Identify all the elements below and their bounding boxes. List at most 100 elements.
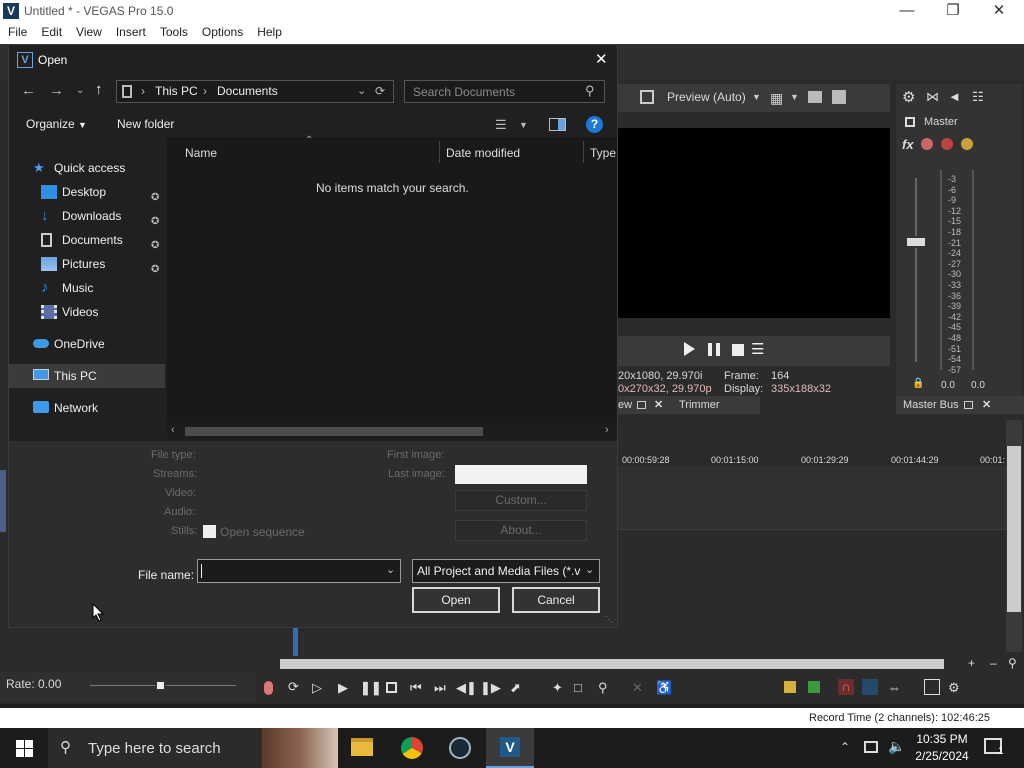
trim-icon[interactable]: ⇔: [888, 680, 901, 695]
nav-network[interactable]: Network: [9, 396, 165, 420]
menu-view[interactable]: View: [68, 22, 108, 39]
edit-tool-icon[interactable]: ⬈: [510, 680, 521, 696]
forward-arrow-icon[interactable]: →: [49, 82, 64, 99]
steam-icon[interactable]: [449, 737, 471, 759]
pin-icon[interactable]: ✪: [151, 186, 161, 203]
horizontal-scrollbar[interactable]: ‹ ›: [167, 423, 617, 439]
master-bus-label[interactable]: Master Bus: [903, 396, 959, 414]
cancel-button[interactable]: Cancel: [512, 587, 600, 613]
preview-settings-icon[interactable]: [640, 90, 654, 104]
go-to-end-icon[interactable]: ⏭: [434, 680, 446, 696]
tab-partial[interactable]: ew: [618, 396, 632, 414]
chevron-down-icon[interactable]: ▼: [519, 120, 528, 130]
zoom-out-icon[interactable]: –: [990, 656, 997, 670]
menu-edit[interactable]: Edit: [33, 22, 68, 39]
stop-icon[interactable]: [732, 344, 744, 356]
close-icon[interactable]: ✕: [976, 0, 1022, 22]
chevron-down-icon[interactable]: ⌄: [357, 81, 366, 102]
fx-icon[interactable]: fx: [902, 137, 914, 152]
network-icon[interactable]: [864, 741, 878, 753]
timeline-scrollbar-v[interactable]: [1006, 420, 1022, 652]
scroll-thumb[interactable]: [1007, 446, 1021, 612]
zoom-in-icon[interactable]: +: [968, 656, 975, 670]
lock-envelope-icon[interactable]: [924, 679, 940, 695]
menu-tools[interactable]: Tools: [152, 22, 194, 39]
fader-handle[interactable]: [905, 236, 927, 248]
effect-2-icon[interactable]: [941, 138, 953, 150]
recent-chevron-icon[interactable]: ⌄: [76, 85, 84, 96]
last-image-field[interactable]: [455, 465, 587, 484]
search-icon[interactable]: ⚲: [585, 83, 595, 99]
settings-icon[interactable]: ⚙: [948, 680, 960, 696]
about-button[interactable]: About...: [455, 520, 587, 541]
lock-icon[interactable]: 🔒: [912, 378, 924, 389]
scroll-thumb[interactable]: [280, 659, 944, 669]
resize-grip-icon[interactable]: ⋱: [605, 615, 613, 624]
menu-options[interactable]: Options: [194, 22, 249, 39]
organize-button[interactable]: Organize: [26, 117, 75, 131]
pin-icon[interactable]: ✪: [151, 234, 161, 251]
close-icon[interactable]: ✕: [595, 50, 608, 68]
zoom-tool-icon[interactable]: ⚲: [598, 680, 608, 696]
nav-documents[interactable]: Documents ✪: [9, 228, 165, 252]
next-frame-icon[interactable]: ❚▶: [480, 680, 501, 696]
nav-videos[interactable]: Videos: [9, 300, 165, 324]
pin-icon[interactable]: ✪: [151, 210, 161, 227]
nav-pictures[interactable]: Pictures ✪: [9, 252, 165, 276]
open-button[interactable]: Open: [412, 587, 500, 613]
window-icon[interactable]: [964, 401, 973, 409]
mixer-icon[interactable]: ☷: [972, 89, 984, 105]
nav-quick-access[interactable]: ★ Quick access: [9, 156, 165, 180]
stop-icon[interactable]: [386, 682, 397, 693]
nav-onedrive[interactable]: OneDrive: [9, 332, 165, 356]
breadcrumb-documents[interactable]: Documents: [217, 81, 278, 102]
chevron-down-icon[interactable]: ⌄: [585, 563, 594, 576]
menu-icon[interactable]: ☰: [751, 340, 764, 358]
nav-downloads[interactable]: ↓ Downloads ✪: [9, 204, 165, 228]
open-sequence-checkbox[interactable]: [203, 525, 216, 538]
chevron-down-icon[interactable]: ▼: [752, 92, 761, 102]
effect-3-icon[interactable]: [961, 138, 973, 150]
preview-mode[interactable]: Preview (Auto): [667, 90, 746, 104]
chrome-icon[interactable]: [401, 737, 423, 759]
chevron-down-icon[interactable]: ▼: [790, 92, 799, 102]
vegas-taskbar-icon[interactable]: V: [486, 728, 534, 768]
speaker-icon[interactable]: ◄: [948, 89, 961, 104]
search-input[interactable]: Search Documents: [413, 85, 515, 99]
scroll-left-icon[interactable]: ‹: [171, 424, 175, 436]
scroll-right-icon[interactable]: ›: [605, 424, 609, 436]
menu-file[interactable]: File: [0, 22, 33, 39]
pause-icon[interactable]: [708, 343, 720, 356]
help-icon[interactable]: ?: [586, 116, 603, 133]
effect-1-icon[interactable]: [921, 138, 933, 150]
fader-track[interactable]: [915, 178, 917, 362]
view-options-icon[interactable]: ☰: [495, 117, 507, 133]
grid-icon[interactable]: ▦: [770, 90, 783, 107]
menu-insert[interactable]: Insert: [108, 22, 152, 39]
bus-mode-icon[interactable]: ⋈: [926, 89, 939, 105]
custom-button[interactable]: Custom...: [455, 490, 587, 511]
magnify-icon[interactable]: ⚲: [1008, 656, 1017, 670]
play-icon[interactable]: ▶: [338, 680, 348, 696]
refresh-icon[interactable]: ⟳: [375, 81, 385, 102]
close-icon[interactable]: ✕: [654, 396, 663, 414]
tab-trimmer[interactable]: Trimmer: [679, 396, 720, 414]
taskbar-search[interactable]: ⚲ Type here to search: [48, 728, 270, 768]
split-icon[interactable]: ♿: [656, 680, 672, 696]
column-date-modified[interactable]: Date modified: [446, 146, 520, 160]
selection-tool-icon[interactable]: □: [574, 680, 582, 695]
column-type[interactable]: Type: [590, 146, 616, 160]
volume-icon[interactable]: 🔈: [888, 738, 905, 755]
file-name-field[interactable]: ⌄: [197, 559, 401, 583]
minimize-icon[interactable]: —: [884, 0, 930, 22]
save-frame-icon[interactable]: [832, 90, 846, 104]
chevron-up-icon[interactable]: ⌃: [840, 740, 850, 754]
snap-icon[interactable]: ∩: [838, 679, 854, 695]
chevron-down-icon[interactable]: ⌄: [386, 563, 395, 576]
record-icon[interactable]: [264, 681, 273, 695]
play-icon[interactable]: [684, 342, 695, 356]
go-to-start-icon[interactable]: ⏮: [410, 680, 422, 696]
menu-help[interactable]: Help: [249, 22, 288, 39]
file-explorer-icon[interactable]: [351, 738, 373, 756]
windows-start-icon[interactable]: [16, 740, 33, 757]
